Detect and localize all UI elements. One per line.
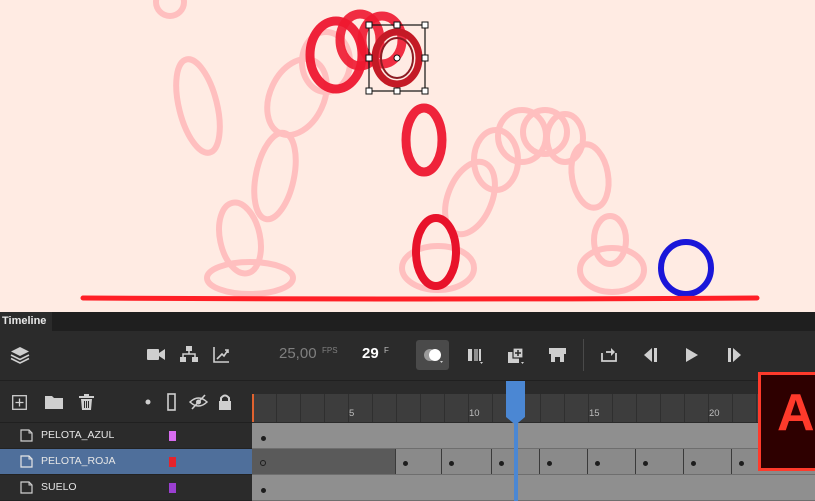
layer-parenting-icon[interactable] xyxy=(180,346,198,363)
frames-grid[interactable]: 5 10 15 20 xyxy=(252,381,815,501)
graph-editor-icon[interactable] xyxy=(213,346,230,363)
track-pelota-roja[interactable] xyxy=(252,449,815,475)
track-suelo[interactable] xyxy=(252,475,815,501)
red-ball[interactable] xyxy=(412,214,460,290)
fps-value[interactable]: 25,00 xyxy=(279,345,317,362)
timeline-panel: Timeline 25,00 FPS 29 F PELOTA_AZUL PELO… xyxy=(0,312,815,501)
tab-timeline[interactable]: Timeline xyxy=(0,312,53,331)
visibility-toggle-icon[interactable] xyxy=(189,394,208,410)
controls-divider xyxy=(583,339,584,371)
keyframe[interactable] xyxy=(595,461,600,466)
animate-app-logo: A xyxy=(758,372,815,471)
onion-skin-icon xyxy=(424,349,443,363)
keyframe[interactable] xyxy=(499,461,504,466)
layer-list: PELOTA_AZUL PELOTA_ROJA SUELO xyxy=(0,381,252,501)
ruler-start-marker xyxy=(252,394,254,422)
fps-unit: FPS xyxy=(322,346,338,355)
layer-row-pelota-roja[interactable]: PELOTA_ROJA xyxy=(0,449,252,475)
lock-toggle-icon[interactable] xyxy=(218,393,232,410)
next-frame-icon[interactable] xyxy=(726,348,742,362)
new-folder-icon[interactable] xyxy=(45,395,63,409)
timeline-controls: 25,00 FPS 29 F xyxy=(0,331,815,381)
keyframe[interactable] xyxy=(739,461,744,466)
layers-icon[interactable] xyxy=(10,346,30,364)
keyframe[interactable] xyxy=(547,461,552,466)
ruler-label: 20 xyxy=(709,408,720,419)
current-frame[interactable]: 29 xyxy=(362,345,379,362)
logo-letter: A xyxy=(777,384,815,442)
blue-ball[interactable] xyxy=(658,239,714,297)
layer-row-suelo[interactable]: SUELO xyxy=(0,475,252,501)
ruler-label: 10 xyxy=(469,408,480,419)
frame-ruler[interactable]: 5 10 15 20 xyxy=(252,394,815,422)
track-pelota-azul[interactable] xyxy=(252,423,815,449)
layer-page-icon xyxy=(20,455,33,468)
panel-tab-strip: Timeline xyxy=(0,312,815,331)
previous-frame-icon[interactable] xyxy=(643,348,659,362)
keyframe[interactable] xyxy=(449,461,454,466)
layer-name: PELOTA_ROJA xyxy=(41,455,116,467)
layer-color-swatch[interactable] xyxy=(169,457,176,467)
insert-frame-icon[interactable] xyxy=(507,347,525,365)
layer-page-icon xyxy=(20,481,33,494)
ruler-label: 5 xyxy=(349,408,355,419)
keyframe[interactable] xyxy=(261,488,266,493)
highlight-dot-icon[interactable] xyxy=(145,399,151,405)
onion-skin-button[interactable] xyxy=(416,340,449,370)
stage-artwork xyxy=(80,0,760,302)
frame-clip-icon[interactable] xyxy=(549,348,566,363)
layer-page-icon xyxy=(20,429,33,442)
layer-color-swatch[interactable] xyxy=(169,483,176,493)
frame-span-highlight xyxy=(252,449,395,474)
keyframe[interactable] xyxy=(403,461,408,466)
delete-layer-icon[interactable] xyxy=(79,394,94,410)
ground-line xyxy=(80,295,760,302)
empty-keyframe[interactable] xyxy=(260,460,266,466)
layer-row-pelota-azul[interactable]: PELOTA_AZUL xyxy=(0,423,252,449)
edit-multiple-frames-icon[interactable] xyxy=(466,347,484,365)
layer-name: SUELO xyxy=(41,481,77,493)
layer-color-swatch[interactable] xyxy=(169,431,176,441)
playhead-handle[interactable] xyxy=(505,381,526,425)
stage-canvas[interactable] xyxy=(0,0,815,312)
play-icon[interactable] xyxy=(685,348,699,362)
keyframe[interactable] xyxy=(643,461,648,466)
keyframe[interactable] xyxy=(691,461,696,466)
layer-toolbar xyxy=(0,381,252,423)
ruler-label: 15 xyxy=(589,408,600,419)
camera-icon[interactable] xyxy=(147,348,165,361)
frame-unit: F xyxy=(384,346,389,355)
loop-icon[interactable] xyxy=(600,347,618,363)
outline-toggle-icon[interactable] xyxy=(167,393,176,411)
new-layer-icon[interactable] xyxy=(12,395,27,410)
layer-name: PELOTA_AZUL xyxy=(41,429,115,441)
keyframe[interactable] xyxy=(261,436,266,441)
